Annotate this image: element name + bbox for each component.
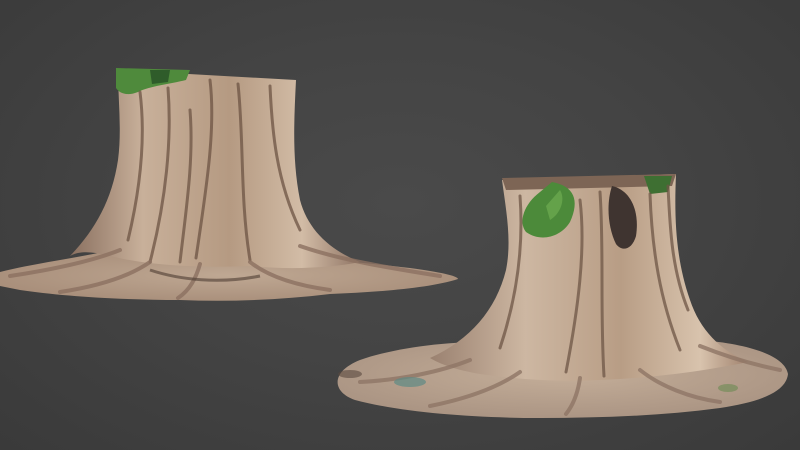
tree-stump-left[interactable] [0, 68, 458, 301]
scene-render [0, 68, 788, 418]
3d-viewport[interactable] [0, 0, 800, 450]
tree-stump-right[interactable] [337, 174, 788, 418]
